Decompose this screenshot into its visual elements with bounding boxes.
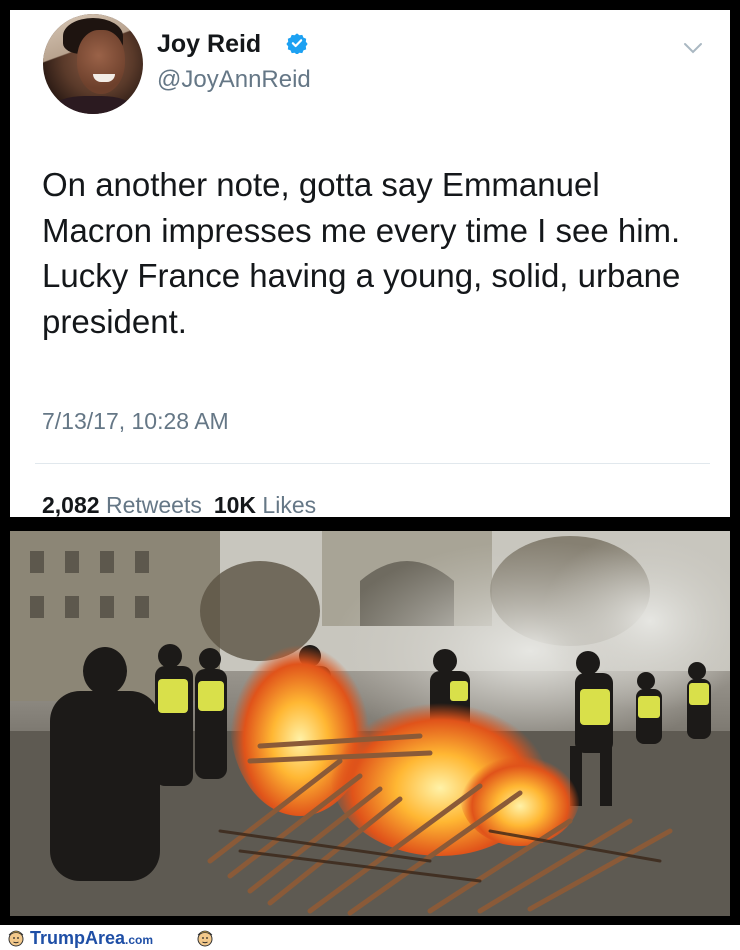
meme-frame: Joy Reid @JoyAnnReid On another note, go… xyxy=(0,0,740,925)
verified-badge-icon xyxy=(286,33,308,54)
tweet-stats: 2,082 Retweets 10K Likes xyxy=(42,492,316,519)
display-name[interactable]: Joy Reid xyxy=(157,30,261,59)
divider xyxy=(35,463,710,464)
site-tld: .com xyxy=(125,933,154,947)
likes-label: Likes xyxy=(262,492,317,518)
trump-mascot-icon xyxy=(8,930,24,947)
likes-stat[interactable]: 10K Likes xyxy=(214,492,316,518)
tweet-card: Joy Reid @JoyAnnReid On another note, go… xyxy=(10,10,730,519)
user-handle[interactable]: @JoyAnnReid xyxy=(157,66,311,94)
tweet-text: On another note, gotta say Emmanuel Macr… xyxy=(42,166,681,340)
avatar[interactable] xyxy=(43,14,143,114)
chevron-down-icon[interactable] xyxy=(682,40,704,56)
retweets-count: 2,082 xyxy=(42,492,100,518)
retweets-stat[interactable]: 2,082 Retweets xyxy=(42,492,202,518)
tweet-timestamp[interactable]: 7/13/17, 10:28 AM xyxy=(42,408,229,435)
protest-photo xyxy=(10,531,730,916)
watermark-footer: TrumpArea.com xyxy=(0,925,740,950)
likes-count: 10K xyxy=(213,492,257,518)
trump-mascot-icon xyxy=(197,930,213,947)
retweets-label: Retweets xyxy=(105,492,202,518)
site-logo-text[interactable]: TrumpArea.com xyxy=(30,928,153,949)
site-name: TrumpArea xyxy=(30,928,126,948)
